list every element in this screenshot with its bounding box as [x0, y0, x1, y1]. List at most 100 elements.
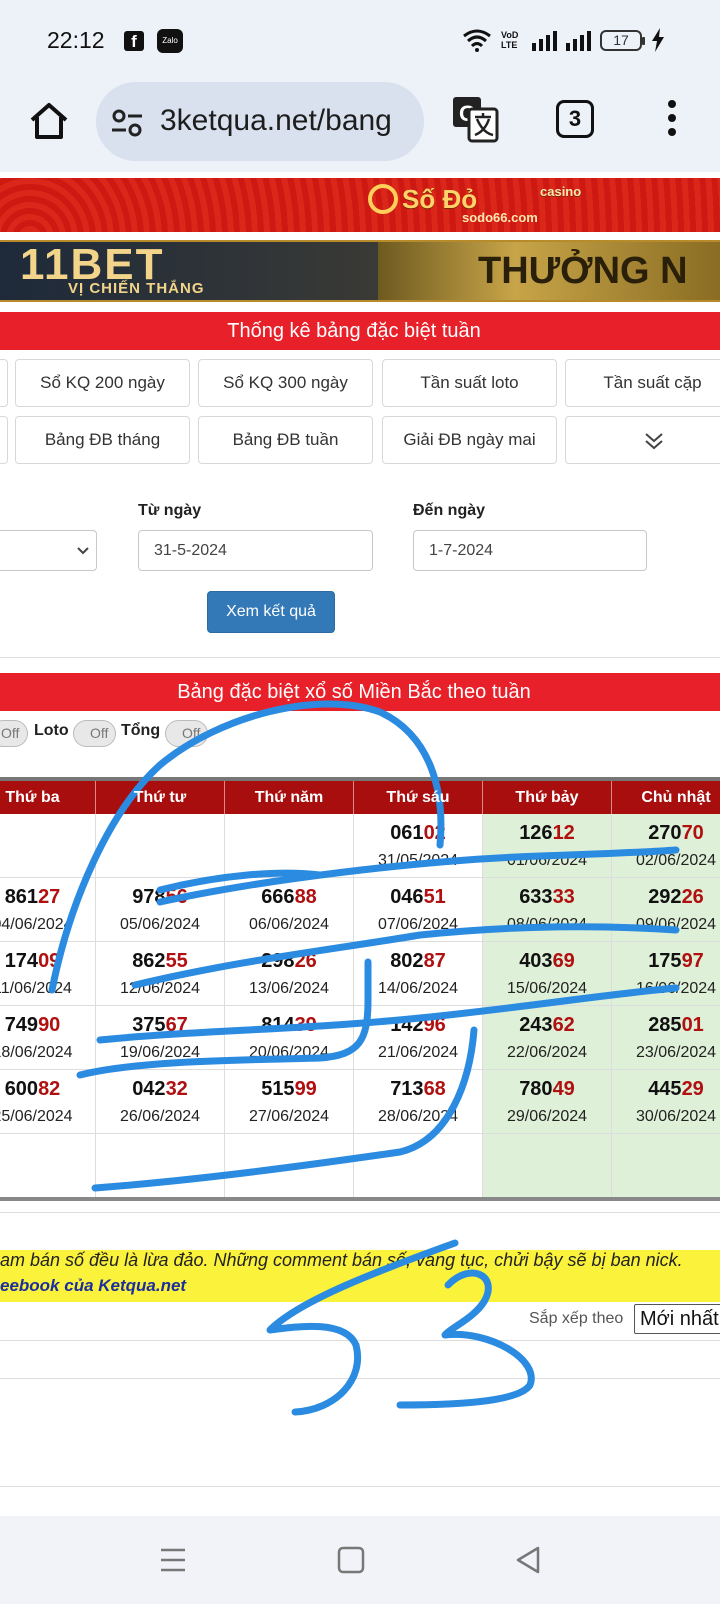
prize-number: 80287 — [354, 950, 482, 973]
draw-date: 08/06/2024 — [506, 916, 588, 933]
table-cell — [225, 1134, 354, 1198]
toggle-label-loto: Loto — [34, 722, 69, 739]
draw-date: 25/06/2024 — [0, 1108, 73, 1125]
prize-number-head: 749 — [4, 1014, 39, 1036]
region-select[interactable] — [0, 530, 97, 571]
prize-number: 60082 — [0, 1078, 95, 1101]
view-results-button[interactable]: Xem kết quả — [207, 591, 335, 633]
prize-number: 66688 — [225, 886, 353, 909]
tabs-button[interactable]: 3 — [556, 100, 594, 138]
prize-number-tail: 01 — [681, 1014, 704, 1036]
sodo-ad-banner[interactable]: Số Đỏ casino sodo66.com — [0, 178, 720, 232]
11bet-ad-banner[interactable]: 11BET VỊ CHIẾN THẮNG THƯỞNG N — [0, 240, 720, 302]
prize-number-head: 061 — [390, 822, 424, 844]
toggle-first[interactable]: Off — [0, 720, 28, 747]
prize-number-tail: 33 — [552, 886, 575, 908]
prize-number: 81439 — [225, 1014, 353, 1037]
home-icon[interactable] — [27, 99, 71, 143]
url-text: 3ketqua.net/bang — [160, 104, 392, 137]
prize-number-tail: 68 — [423, 1078, 446, 1100]
prize-number: 97856 — [96, 886, 224, 909]
nav-so-kq-300[interactable]: Sổ KQ 300 ngày — [198, 359, 373, 407]
table-cell: 81439 20/06/2024 — [225, 1006, 354, 1070]
section-title-weekly-stats: Thống kê bảng đặc biệt tuần — [0, 312, 720, 350]
prize-number-tail: 70 — [681, 822, 704, 844]
prize-number-tail: 02 — [423, 822, 446, 844]
screen: 22:12 f Zalo VoD LTE 17 3ketqua.net/bang… — [0, 0, 720, 1604]
table-cell — [0, 814, 96, 878]
draw-date: 06/06/2024 — [248, 916, 330, 933]
draw-date: 09/06/2024 — [635, 916, 717, 933]
nav-button-partial[interactable] — [0, 359, 8, 407]
table-bottom-border — [0, 1197, 720, 1201]
prize-number-tail: 67 — [165, 1014, 188, 1036]
toggle-label-tong: Tổng — [121, 722, 161, 739]
draw-date: 04/06/2024 — [0, 916, 73, 933]
prize-number-tail: 90 — [38, 1014, 61, 1036]
nav-so-kq-200[interactable]: Sổ KQ 200 ngày — [15, 359, 190, 407]
prize-number-head: 175 — [648, 950, 682, 972]
nav-bang-db-tuan[interactable]: Bảng ĐB tuần — [198, 416, 373, 464]
from-date-input[interactable]: 31-5-2024 — [138, 530, 373, 571]
home-square-icon[interactable] — [333, 1542, 369, 1578]
signal-2-icon — [566, 29, 591, 51]
table-cell — [96, 1134, 225, 1198]
column-header: Thứ tư — [96, 781, 225, 814]
draw-date: 28/06/2024 — [377, 1108, 459, 1125]
translate-icon[interactable]: G — [451, 95, 499, 143]
prize-number: 12612 — [483, 822, 611, 845]
site-settings-icon[interactable] — [110, 106, 144, 140]
toggle-tong[interactable]: Off — [165, 720, 208, 747]
draw-date: 15/06/2024 — [506, 980, 588, 997]
prize-number-head: 174 — [4, 950, 39, 972]
nav-giai-db-ngay-mai[interactable]: Giải ĐB ngày mai — [382, 416, 557, 464]
prize-number: 17409 — [0, 950, 95, 973]
prize-number-head: 515 — [261, 1078, 295, 1100]
table-cell: 37567 19/06/2024 — [96, 1006, 225, 1070]
table-cell: 51599 27/06/2024 — [225, 1070, 354, 1134]
table-cell: 17597 16/06/2024 — [612, 942, 720, 1006]
draw-date: 23/06/2024 — [635, 1044, 717, 1061]
table-cell: 40369 15/06/2024 — [483, 942, 612, 1006]
recents-menu-icon[interactable] — [155, 1542, 191, 1578]
prize-number-head: 292 — [648, 886, 682, 908]
nav-button-partial[interactable] — [0, 416, 8, 464]
chevron-down-icon — [77, 547, 89, 555]
prize-number-tail: 87 — [423, 950, 446, 972]
nav-bang-db-thang[interactable]: Bảng ĐB tháng — [15, 416, 190, 464]
nav-tan-suat-loto[interactable]: Tần suất loto — [382, 359, 557, 407]
sort-select[interactable]: Mới nhất — [634, 1304, 720, 1334]
table-cell: 97856 05/06/2024 — [96, 878, 225, 942]
nav-expand-more[interactable] — [565, 416, 720, 464]
table-cell: 86127 04/06/2024 — [0, 878, 96, 942]
prize-number: 78049 — [483, 1078, 611, 1101]
more-vert-icon[interactable] — [660, 100, 684, 140]
prize-number-head: 285 — [648, 1014, 682, 1036]
from-date-label: Từ ngày — [138, 502, 202, 519]
prize-number: 37567 — [96, 1014, 224, 1037]
prize-number-tail: 56 — [165, 886, 188, 908]
charging-bolt-icon — [652, 28, 664, 52]
back-triangle-icon[interactable] — [510, 1542, 546, 1578]
prize-number: 28501 — [612, 1014, 720, 1037]
draw-date: 29/06/2024 — [506, 1108, 588, 1125]
to-date-input[interactable]: 1-7-2024 — [413, 530, 647, 571]
table-cell: 04651 07/06/2024 — [354, 878, 483, 942]
table-cell — [96, 814, 225, 878]
facebook-icon: f — [124, 31, 144, 51]
column-header: Thứ năm — [225, 781, 354, 814]
notice-facebook-link[interactable]: eebook của Ketqua.net — [0, 1276, 186, 1296]
draw-date: 18/06/2024 — [0, 1044, 73, 1061]
address-bar[interactable]: 3ketqua.net/bang — [96, 82, 424, 161]
sodo-casino: casino — [540, 184, 582, 199]
prize-number: 27070 — [612, 822, 720, 845]
prize-number-tail: 99 — [294, 1078, 317, 1100]
table-cell: 04232 26/06/2024 — [96, 1070, 225, 1134]
toggle-loto[interactable]: Off — [73, 720, 116, 747]
prize-number-head: 802 — [390, 950, 424, 972]
table-cell: 86255 12/06/2024 — [96, 942, 225, 1006]
draw-date: 19/06/2024 — [119, 1044, 201, 1061]
notice-text: am bán số đều là lừa đảo. Những comment … — [0, 1250, 683, 1270]
sodo-logo-icon — [368, 184, 398, 214]
nav-tan-suat-cap[interactable]: Tần suất cặp — [565, 359, 720, 407]
